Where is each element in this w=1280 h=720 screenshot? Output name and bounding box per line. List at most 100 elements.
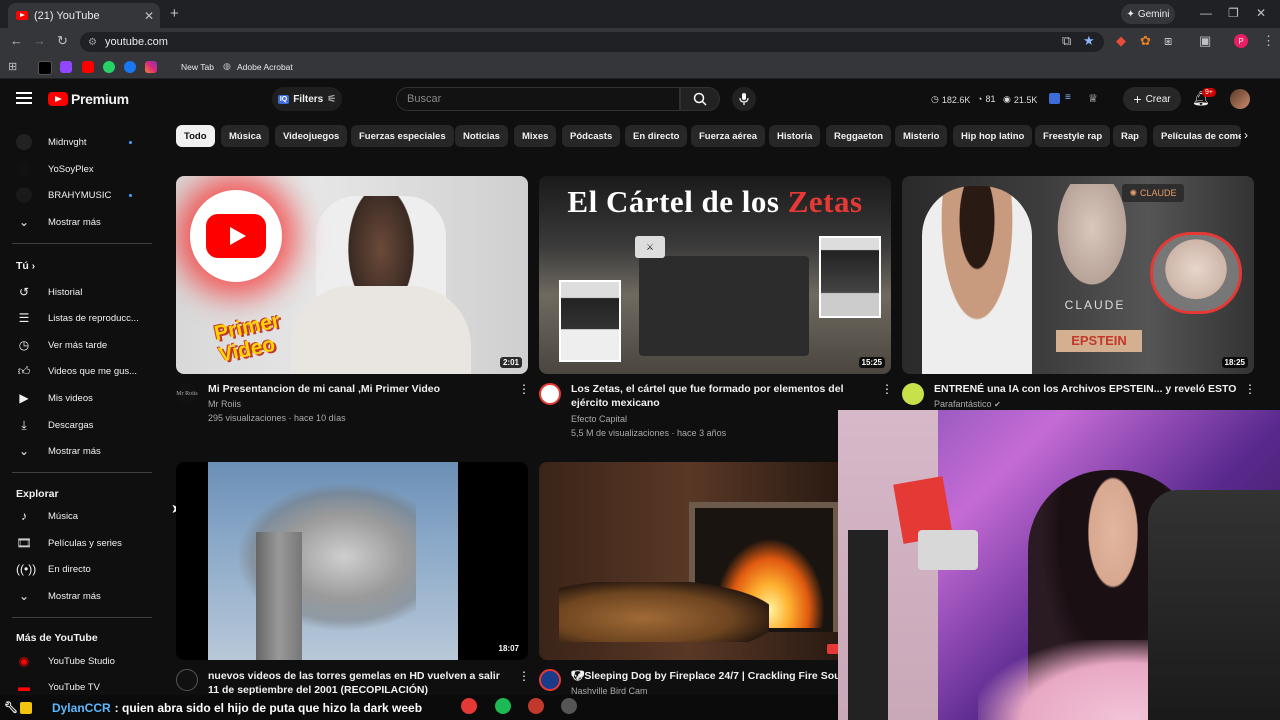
sidebar-item-midnvght[interactable]: Midnvght	[0, 129, 152, 155]
bookmark-adobe-acrobat[interactable]: Adobe Acrobat	[237, 62, 293, 72]
chip-freestyle-rap[interactable]: Freestyle rap	[1035, 125, 1111, 147]
sidebar-show-more-explore[interactable]: ⌄ Mostrar más	[0, 583, 152, 609]
sidebar-item-youtube-studio[interactable]: ◉ YouTube Studio	[0, 648, 152, 674]
extension-orange-icon[interactable]: ✿	[1140, 33, 1151, 49]
chip-en-directo[interactable]: En directo	[625, 125, 688, 147]
chip-hip-hop-latino[interactable]: Hip hop latino	[953, 125, 1033, 147]
gemini-button[interactable]: ✦ Gemini	[1121, 4, 1175, 24]
account-avatar[interactable]	[1230, 89, 1250, 109]
back-icon[interactable]: ←	[10, 33, 23, 48]
channel-avatar[interactable]: Mr Roiis	[176, 383, 198, 405]
sidebar-item-music[interactable]: ♪ Música	[0, 503, 152, 529]
more-options-icon[interactable]: ⋮	[518, 382, 530, 396]
extension-red-icon[interactable]: ◆	[1116, 33, 1126, 49]
apps-grid-icon[interactable]: ⊞	[8, 60, 17, 73]
chip-historia[interactable]: Historia	[769, 125, 821, 147]
voice-search-button[interactable]	[732, 87, 756, 111]
video-thumbnail[interactable]: CLAUDE EPSTEIN ✺ CLAUDE 18:25	[902, 176, 1254, 374]
sidebar-item-history[interactable]: ↺ Historial	[0, 279, 152, 305]
sidebar-item-live[interactable]: ((•)) En directo	[0, 556, 152, 582]
video-title[interactable]: nuevos videos de las torres gemelas en H…	[208, 669, 508, 697]
taskbar-app-icon[interactable]	[561, 698, 577, 714]
search-input[interactable]: Buscar	[396, 87, 680, 111]
spotify-icon[interactable]	[495, 698, 511, 714]
chip-peliculas[interactable]: Películas de comec	[1153, 125, 1241, 147]
video-thumbnail[interactable]: 18:07	[176, 462, 528, 660]
sidebar-item-downloads[interactable]: ⤓ Descargas	[0, 412, 152, 438]
chip-mixes[interactable]: Mixes	[514, 125, 557, 147]
sidebar-item-liked-videos[interactable]: 👍︎ Videos que me gus...	[0, 358, 152, 384]
bookmark-star-icon[interactable]: ★	[1083, 33, 1095, 49]
chip-fuerza-aerea[interactable]: Fuerza aérea	[691, 125, 766, 147]
sidebar-item-my-videos[interactable]: ▶ Mis videos	[0, 385, 152, 411]
twitch-icon[interactable]	[60, 61, 72, 73]
facebook-icon[interactable]	[124, 61, 136, 73]
address-bar[interactable]: ⚙ youtube.com	[80, 32, 1104, 52]
chip-reggaeton[interactable]: Reggaeton	[826, 125, 892, 147]
sidebar-item-yosoyplex[interactable]: YoSoyPlex	[0, 156, 152, 182]
forward-icon[interactable]: →	[33, 33, 46, 48]
more-options-icon[interactable]: ⋮	[518, 669, 530, 683]
sidebar-show-more-you[interactable]: ⌄ Mostrar más	[0, 438, 152, 464]
browser-menu-icon[interactable]: ⋮	[1262, 33, 1275, 49]
profile-avatar[interactable]: P	[1234, 34, 1248, 48]
channel-avatar[interactable]	[539, 669, 561, 691]
x-twitter-icon[interactable]	[38, 61, 52, 75]
chip-musica[interactable]: Música	[221, 125, 270, 147]
sidebar-item-watch-later[interactable]: ◷ Ver más tarde	[0, 332, 152, 358]
extensions-puzzle-icon[interactable]: ⧆	[1164, 33, 1172, 49]
search-button[interactable]	[680, 87, 720, 111]
chip-noticias[interactable]: Noticias	[455, 125, 508, 147]
chip-podcasts[interactable]: Pódcasts	[562, 125, 621, 147]
cast-icon[interactable]: ⧉	[1062, 33, 1071, 49]
chip-todo[interactable]: Todo	[176, 125, 215, 147]
menu-icon[interactable]	[16, 92, 32, 107]
list-filter-icon[interactable]: ≡	[1065, 92, 1071, 103]
sidebar-item-playlists[interactable]: ☰ Listas de reproducc...	[0, 305, 152, 331]
bookmark-new-tab[interactable]: New Tab	[181, 62, 214, 72]
trophy-icon[interactable]: ♕	[1088, 92, 1098, 105]
youtube-bookmark-icon[interactable]	[82, 61, 94, 73]
more-options-icon[interactable]: ⋮	[881, 382, 893, 396]
chip-fuerzas-especiales[interactable]: Fuerzas especiales	[351, 125, 454, 147]
filters-button[interactable]: IQ Filters ⚟	[272, 87, 342, 111]
taskbar-app-icon[interactable]	[528, 698, 544, 714]
sidebar-item-brahymusic[interactable]: BRAHYMUSIC	[0, 182, 152, 208]
browser-tab-youtube[interactable]: (21) YouTube ✕	[8, 3, 160, 28]
channel-name[interactable]: Efecto Capital	[571, 412, 627, 426]
channel-avatar[interactable]	[539, 383, 561, 405]
extension-iq-icon[interactable]	[1049, 93, 1060, 104]
video-thumbnail[interactable]: Primer Video 2:01	[176, 176, 528, 374]
video-thumbnail[interactable]: El Cártel de los Zetas ⚔ 15:25	[539, 176, 891, 374]
close-icon[interactable]: ✕	[144, 9, 154, 23]
chip-videojuegos[interactable]: Videojuegos	[275, 125, 348, 147]
video-title[interactable]: ENTRENÉ una IA con los Archivos EPSTEIN.…	[934, 382, 1239, 396]
more-options-icon[interactable]: ⋮	[1244, 382, 1256, 396]
chip-misterio[interactable]: Misterio	[895, 125, 948, 147]
sidebar-you-heading[interactable]: Tú ›	[16, 260, 35, 272]
sidebar-item-movies[interactable]: 🎞︎ Películas y series	[0, 530, 152, 556]
video-title[interactable]: Mi Presentancion de mi canal ,Mi Primer …	[208, 382, 508, 396]
new-tab-button[interactable]: +	[170, 5, 179, 22]
whatsapp-icon[interactable]	[103, 61, 115, 73]
sidebar-show-more-subscriptions[interactable]: ⌄ Mostrar más	[0, 209, 152, 235]
side-panel-icon[interactable]: ▣	[1199, 33, 1211, 49]
channel-avatar[interactable]	[176, 669, 198, 691]
youtube-premium-logo[interactable]: Premium	[48, 91, 129, 107]
channel-name[interactable]: Mr Roiis	[208, 397, 241, 411]
create-button[interactable]: + Crear	[1123, 87, 1181, 111]
channel-avatar[interactable]	[902, 383, 924, 405]
reload-icon[interactable]: ↻	[57, 33, 68, 49]
maximize-icon[interactable]: ❐	[1228, 6, 1239, 20]
site-info-icon[interactable]: ⚙	[88, 37, 97, 48]
sidebar-item-label: Música	[48, 510, 79, 522]
window-close-icon[interactable]: ✕	[1256, 6, 1266, 20]
video-title[interactable]: Los Zetas, el cártel que fue formado por…	[571, 382, 876, 410]
taskbar-app-icon[interactable]	[461, 698, 477, 714]
chevron-right-icon[interactable]: ›	[1244, 128, 1248, 142]
chip-rap[interactable]: Rap	[1113, 125, 1147, 147]
video-thumbnail[interactable]	[539, 462, 839, 660]
video-title[interactable]: 🐶︎Sleeping Dog by Fireplace 24/7 | Crack…	[571, 669, 838, 683]
instagram-icon[interactable]	[145, 61, 157, 73]
minimize-icon[interactable]: —	[1200, 6, 1212, 20]
